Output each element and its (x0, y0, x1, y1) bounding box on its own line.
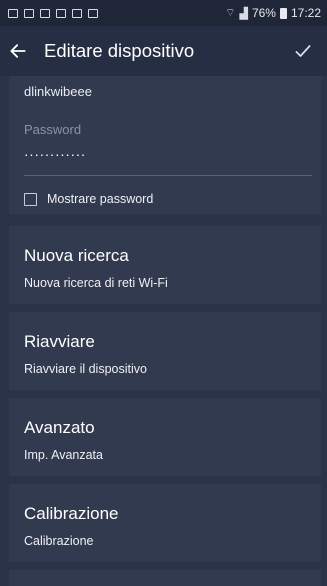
menu-item-title: Riavviare (24, 332, 95, 351)
show-password-toggle[interactable]: Mostrare password (24, 192, 153, 206)
menu-item-title: Nuova ricerca (24, 246, 129, 265)
menu-item-calibration[interactable]: Calibrazione Calibrazione (9, 484, 321, 562)
next-card-peek (9, 570, 321, 586)
page-title: Editare dispositivo (44, 40, 195, 61)
battery-icon (279, 7, 287, 19)
credentials-card: dlinkwibeee Password ············ Mostra… (9, 76, 321, 214)
mail-icon (8, 8, 18, 18)
system-icons: ⌔ ▟ 76% 17:22 (225, 6, 321, 20)
menu-item-subtitle: Imp. Avanzata (24, 448, 103, 462)
menu-item-title: Avanzato (24, 418, 95, 437)
image-icon (24, 8, 34, 18)
menu-item-restart[interactable]: Riavviare Riavviare il dispositivo (9, 312, 321, 390)
flipboard-icon (56, 8, 66, 18)
clock: 17:22 (290, 6, 321, 20)
menu-item-title: Calibrazione (24, 504, 119, 523)
calendar-icon (40, 8, 50, 18)
signal-icon: ▟ (239, 7, 248, 20)
password-underline (24, 175, 312, 176)
show-password-label: Mostrare password (47, 192, 154, 206)
check-icon[interactable] (293, 41, 313, 61)
menu-item-new-search[interactable]: Nuova ricerca Nuova ricerca di reti Wi-F… (9, 226, 321, 304)
arrow-left-icon[interactable] (8, 41, 28, 61)
wifi-icon: ⌔ (225, 7, 236, 19)
notification-icons (8, 8, 98, 18)
menu-item-subtitle: Nuova ricerca di reti Wi-Fi (24, 276, 168, 290)
menu-item-subtitle: Riavviare il dispositivo (24, 362, 147, 376)
network-name-field[interactable]: dlinkwibeee (24, 84, 92, 99)
app-bar: Editare dispositivo (0, 26, 327, 76)
menu-item-advanced[interactable]: Avanzato Imp. Avanzata (9, 398, 321, 476)
bag-icon (72, 8, 82, 18)
menu-item-subtitle: Calibrazione (24, 534, 94, 548)
content: dlinkwibeee Password ············ Mostra… (9, 76, 321, 586)
face-icon (88, 8, 98, 18)
password-field[interactable]: ············ (24, 146, 86, 162)
battery-percent: 76% (251, 6, 276, 20)
status-bar: ⌔ ▟ 76% 17:22 (0, 0, 327, 26)
password-label: Password (24, 122, 82, 137)
show-password-checkbox[interactable] (24, 192, 37, 206)
